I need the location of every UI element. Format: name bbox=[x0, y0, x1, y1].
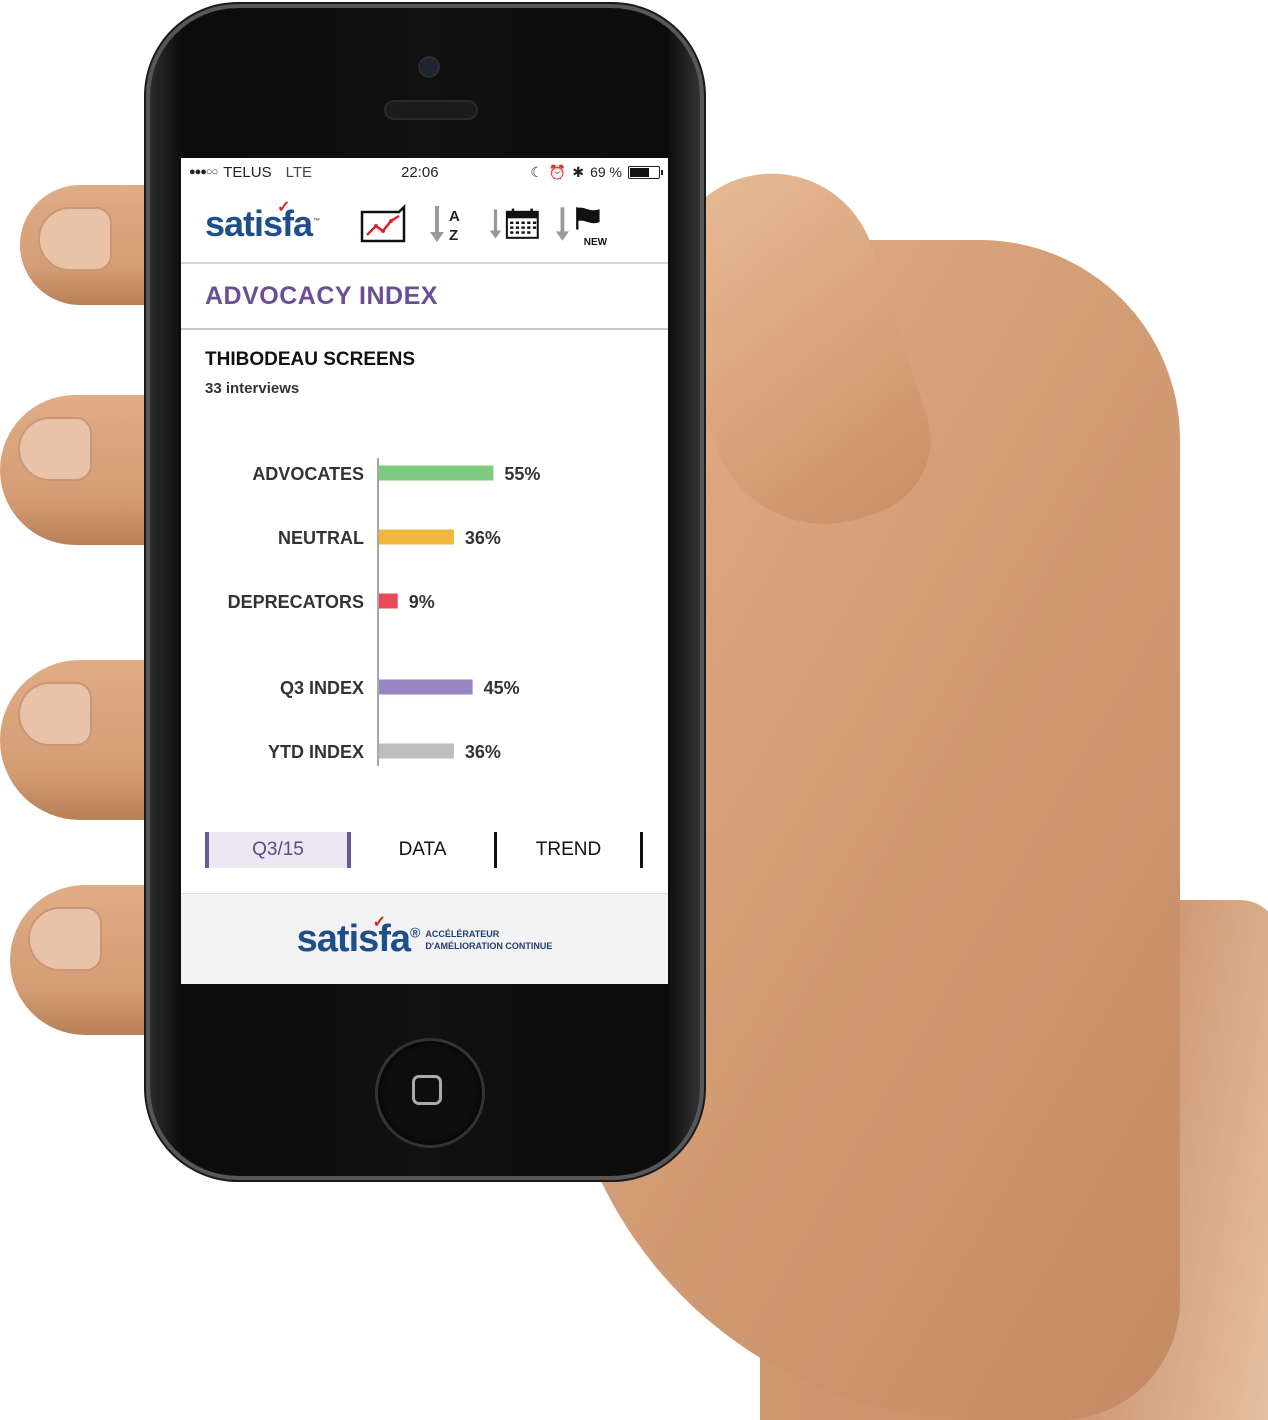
alarm-icon: ⏰ bbox=[548, 163, 567, 180]
moon-icon: ☾ bbox=[530, 163, 543, 180]
bar-neutral bbox=[379, 529, 454, 545]
category-label: DEPRECATORS bbox=[228, 592, 364, 612]
fingernail bbox=[28, 907, 102, 971]
sort-calendar-icon bbox=[489, 208, 539, 239]
sort-alphabetical-button[interactable]: A Z bbox=[423, 200, 475, 248]
logo-text: satisfa bbox=[205, 203, 313, 244]
new-label: NEW bbox=[583, 237, 608, 248]
carrier-name: TELUS bbox=[223, 163, 272, 181]
status-time: 22:06 bbox=[401, 163, 439, 181]
status-bar: ●●●○○ TELUS LTE 22:06 ☾ ⏰ ✱ 69 % bbox=[181, 158, 668, 186]
footer-branding: satisfa® ✓ ACCÉLÉRATEUR D'AMÉLIORATION C… bbox=[181, 893, 668, 984]
value-label: 45% bbox=[484, 678, 520, 698]
fingernail bbox=[18, 417, 92, 481]
category-label: NEUTRAL bbox=[278, 528, 364, 548]
battery-icon bbox=[628, 165, 663, 179]
page-title-bar: ADVOCACY INDEX bbox=[181, 264, 668, 330]
tab-q3-15[interactable]: Q3/15 bbox=[205, 832, 351, 868]
fingernail bbox=[38, 207, 112, 271]
bar-deprecators bbox=[379, 593, 398, 609]
sort-az-icon: A Z bbox=[430, 206, 460, 244]
value-label: 55% bbox=[504, 464, 540, 484]
footer-logo: satisfa® ✓ bbox=[296, 914, 421, 961]
satisfa-logo[interactable]: satisfa™ ✓ bbox=[205, 199, 320, 245]
svg-text:A: A bbox=[449, 208, 460, 225]
bar-q3-index bbox=[379, 679, 473, 695]
fingernail bbox=[18, 682, 92, 746]
line-chart-icon bbox=[360, 204, 406, 243]
category-label: Q3 INDEX bbox=[280, 678, 364, 698]
page-title: ADVOCACY INDEX bbox=[205, 281, 438, 310]
sort-new-button[interactable]: NEW bbox=[555, 200, 607, 248]
tab-data[interactable]: DATA bbox=[351, 832, 497, 868]
battery-percent: 69 % bbox=[590, 164, 622, 180]
tab-bar: Q3/15 DATA TREND bbox=[205, 832, 645, 868]
app-toolbar: satisfa™ ✓ A Z NEW bbox=[181, 186, 668, 264]
bar-ytd-index bbox=[379, 743, 454, 759]
app-screen: ●●●○○ TELUS LTE 22:06 ☾ ⏰ ✱ 69 % satisfa… bbox=[181, 158, 668, 984]
tab-trend[interactable]: TREND bbox=[497, 832, 643, 868]
interview-count: 33 interviews bbox=[205, 380, 300, 397]
chart-view-button[interactable] bbox=[357, 200, 409, 248]
category-label: ADVOCATES bbox=[252, 464, 364, 484]
value-label: 36% bbox=[465, 742, 501, 762]
value-label: 36% bbox=[465, 528, 501, 548]
tagline-line-1: ACCÉLÉRATEUR bbox=[425, 928, 500, 939]
battery-level bbox=[630, 167, 649, 177]
sort-date-button[interactable] bbox=[489, 200, 541, 248]
trademark-mark: ™ bbox=[313, 218, 320, 225]
checkmark-icon: ✓ bbox=[277, 199, 290, 216]
store-name: THIBODEAU SCREENS bbox=[205, 349, 416, 370]
tagline-line-2: D'AMÉLIORATION CONTINUE bbox=[425, 940, 553, 951]
status-indicators: ☾ ⏰ ✱ 69 % bbox=[530, 163, 663, 181]
checkmark-icon: ✓ bbox=[372, 914, 386, 931]
advocacy-bar-chart: ADVOCATES 55% NEUTRAL 36% DEPRECATORS 9% Q3 IN… bbox=[228, 458, 540, 766]
value-label: 9% bbox=[409, 592, 435, 612]
home-button[interactable] bbox=[375, 1038, 485, 1148]
category-label: YTD INDEX bbox=[268, 742, 364, 762]
bluetooth-icon: ✱ bbox=[572, 163, 585, 180]
registered-mark: ® bbox=[410, 924, 420, 941]
network-type: LTE bbox=[285, 163, 312, 181]
footer-logo-text: satisfa bbox=[296, 918, 411, 960]
footer-tagline: ACCÉLÉRATEUR D'AMÉLIORATION CONTINUE bbox=[425, 928, 552, 952]
bar-advocates bbox=[379, 465, 494, 481]
home-square-icon bbox=[412, 1075, 442, 1105]
earpiece-speaker bbox=[384, 100, 478, 120]
svg-text:Z: Z bbox=[449, 227, 458, 244]
front-camera bbox=[418, 56, 440, 78]
signal-strength-icon: ●●●○○ bbox=[189, 166, 218, 178]
